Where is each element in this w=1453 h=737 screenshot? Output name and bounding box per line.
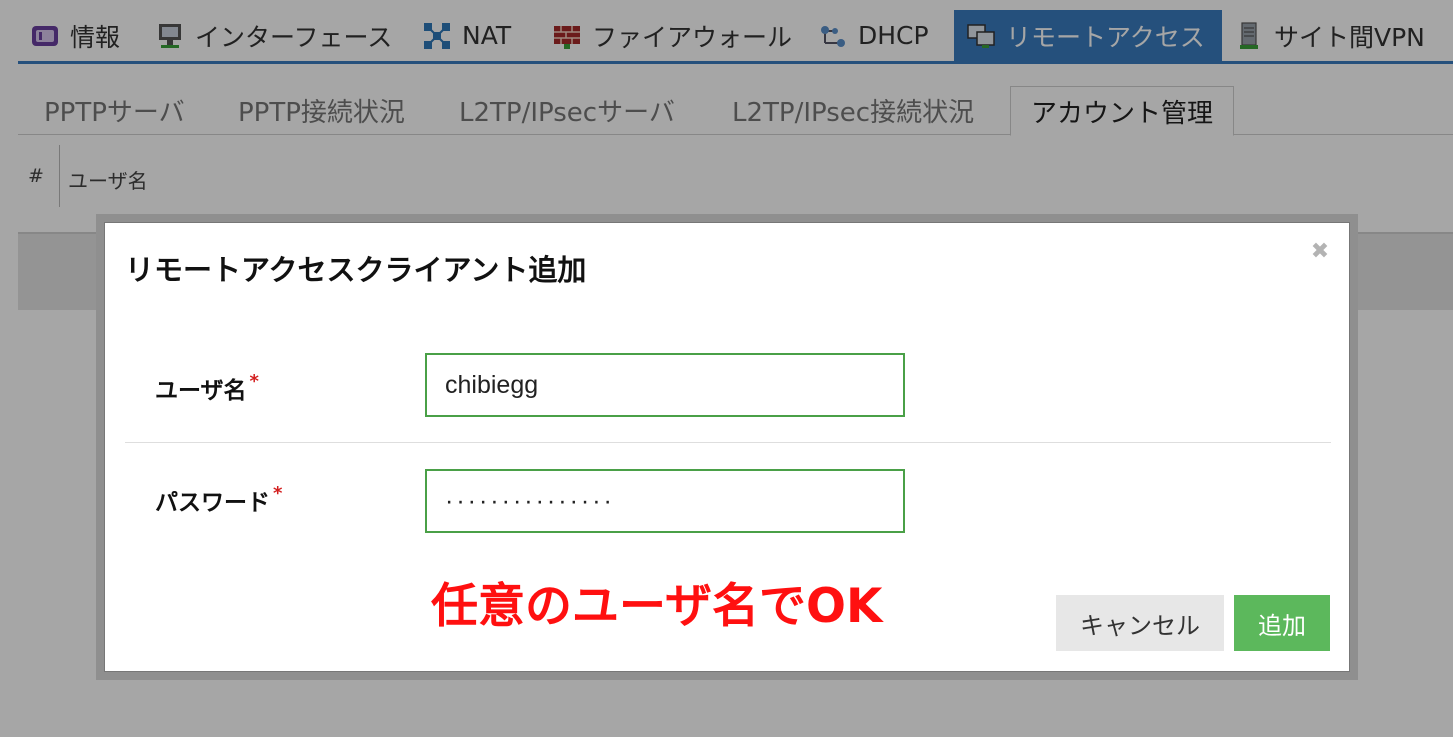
page: 情報 インターフェース NAT ファイアウォール DHCP リモートアクセス サ… (0, 0, 1453, 737)
required-mark: * (273, 483, 283, 504)
add-client-dialog: リモートアクセスクライアント追加 ✖ ユーザ名* パスワード* 任意のユーザ名で… (104, 222, 1350, 672)
password-label: パスワード * (155, 483, 282, 517)
username-input[interactable] (425, 353, 905, 417)
add-button[interactable]: 追加 (1234, 595, 1330, 651)
password-input[interactable] (425, 469, 905, 533)
dialog-title: リモートアクセスクライアント追加 (125, 253, 587, 287)
password-row: パスワード * (125, 469, 1331, 539)
required-mark: * (249, 371, 259, 392)
username-row: ユーザ名 * (125, 353, 1331, 443)
close-icon[interactable]: ✖ (1309, 241, 1331, 263)
password-label-text: パスワード (155, 490, 270, 516)
username-label-text: ユーザ名 (155, 378, 247, 404)
username-label: ユーザ名 * (155, 371, 259, 405)
cancel-button[interactable]: キャンセル (1056, 595, 1224, 651)
annotation-text: 任意のユーザ名でOK (431, 579, 883, 634)
